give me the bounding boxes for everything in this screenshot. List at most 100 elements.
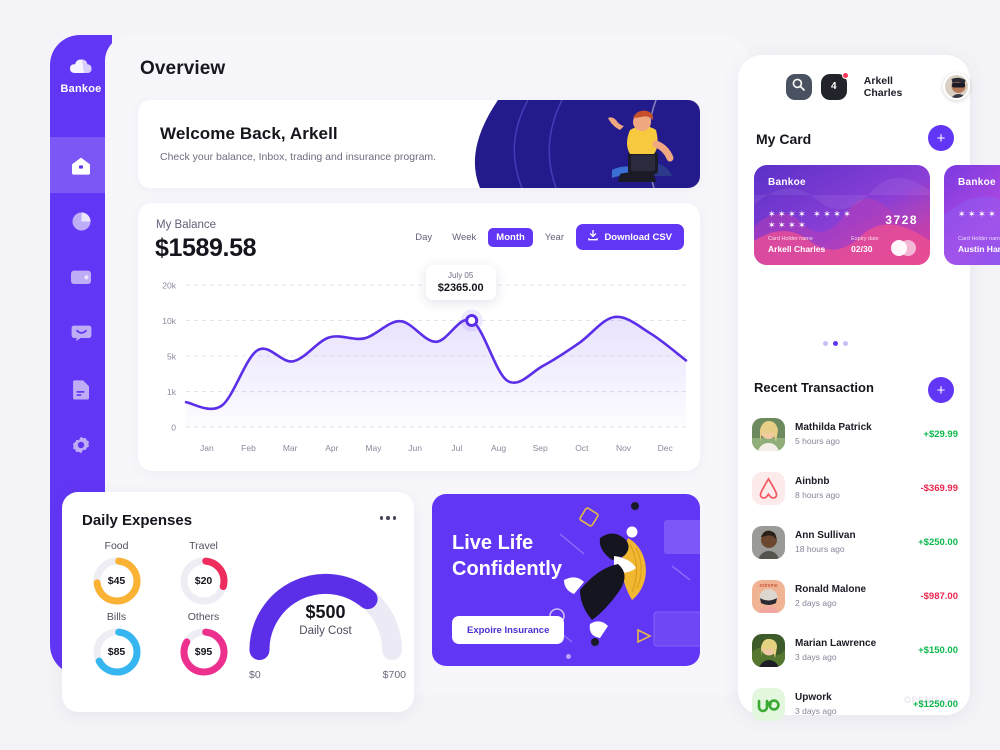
card2-number: ✶✶✶✶ ✶✶ — [958, 209, 1000, 220]
watermark: OPENISign — [903, 695, 956, 705]
transaction-amount: +$29.99 — [923, 428, 958, 440]
card-expiry-block: Expiry date 02/30 — [851, 236, 879, 254]
card-expiry-value: 02/30 — [851, 244, 873, 254]
svg-text:0: 0 — [171, 423, 176, 433]
transaction-row[interactable]: extreme Ronald Malone 2 days ago -$987.00 — [752, 569, 958, 623]
svg-text:1k: 1k — [167, 387, 177, 397]
photo-man-helmet-icon: extreme — [752, 579, 785, 613]
donut-ring: $45 — [91, 555, 143, 607]
user-name: Arkell Charles — [863, 74, 903, 99]
transaction-time: 5 hours ago — [795, 436, 840, 446]
transaction-name: Ainbnb — [795, 476, 830, 487]
card2-holder-value: Austin Hammond — [958, 244, 1000, 254]
transaction-info: Ann Sullivan 18 hours ago — [795, 530, 918, 554]
donut-value: $85 — [107, 646, 126, 658]
card2-number-mask: ✶✶✶✶ ✶✶ — [958, 209, 1000, 219]
transaction-amount: -$369.99 — [920, 482, 958, 494]
sidebar-nav — [50, 137, 112, 473]
cloud-icon — [68, 57, 94, 79]
transaction-row[interactable]: Ann Sullivan 18 hours ago +$250.00 — [752, 515, 958, 569]
right-panel: 4 Arkell Charles My Card + Bankoe ✶✶✶✶ ✶… — [738, 55, 1000, 721]
my-card-title: My Card — [756, 131, 812, 147]
svg-text:Jun: Jun — [408, 443, 422, 453]
transaction-row[interactable]: Marian Lawrence 3 days ago +$150.00 — [752, 623, 958, 677]
transaction-time: 18 hours ago — [795, 544, 845, 554]
donut-ring: $95 — [178, 626, 230, 678]
more-horizontal-icon[interactable] — [379, 516, 396, 520]
explore-insurance-button[interactable]: Expoire Insurance — [452, 616, 565, 644]
welcome-text: Welcome Back, Arkell Check your balance,… — [160, 124, 436, 163]
insurance-promo-card[interactable]: Live Life Confidently Expoire Insurance — [432, 494, 700, 666]
upwork-logo-icon — [752, 687, 785, 721]
sidebar-item-messages[interactable] — [50, 305, 112, 361]
transaction-name: Marian Lawrence — [795, 638, 877, 649]
credit-card-secondary[interactable]: Bankoe ✶✶✶✶ ✶✶ Card Holder name Austin H… — [944, 165, 1000, 265]
add-card-button[interactable]: + — [928, 125, 954, 151]
svg-text:Feb: Feb — [241, 443, 256, 453]
sidebar-item-home[interactable] — [50, 137, 112, 193]
range-tab-year[interactable]: Year — [537, 228, 572, 247]
daily-expenses-card: Daily Expenses Food $45 Travel $20 Bills $85 O… — [62, 492, 414, 712]
transaction-amount: +$150.00 — [918, 644, 958, 656]
card-dot-0[interactable] — [822, 341, 828, 346]
svg-text:Oct: Oct — [575, 443, 589, 453]
promo-pagination-dot[interactable] — [566, 654, 571, 659]
gauge-center-text: $500 Daily Cost — [243, 602, 408, 637]
avatar[interactable] — [943, 73, 971, 100]
transaction-row[interactable]: Mathilda Patrick 5 hours ago +$29.99 — [752, 407, 958, 461]
credit-card-primary[interactable]: Bankoe ✶✶✶✶ ✶✶✶✶ ✶✶✶✶ 3728 Card Holder n… — [754, 165, 930, 265]
range-filter-tabs: Day Week Month Year — [407, 228, 572, 247]
sidebar-logo[interactable]: Bankoe — [50, 35, 112, 95]
sidebar-item-settings[interactable] — [50, 417, 112, 473]
svg-text:Sep: Sep — [533, 443, 548, 453]
card-dot-1[interactable] — [832, 341, 838, 346]
expense-donut-bills[interactable]: Bills $85 — [80, 611, 153, 678]
donut-value: $45 — [107, 575, 126, 587]
photo-woman-blonde-icon — [752, 417, 785, 451]
card-number-mask: ✶✶✶✶ ✶✶✶✶ ✶✶✶✶ — [768, 209, 854, 230]
card-dot-2[interactable] — [842, 341, 848, 346]
range-tab-week[interactable]: Week — [444, 228, 484, 247]
expense-donut-grid: Food $45 Travel $20 Bills $85 Others $95 — [80, 540, 240, 678]
airbnb-logo-icon — [752, 471, 785, 505]
pie-chart-icon — [71, 211, 92, 232]
expense-donut-food[interactable]: Food $45 — [80, 540, 153, 607]
card-brand: Bankoe — [768, 177, 806, 188]
photo-woman-outdoor-icon — [752, 633, 785, 667]
add-transaction-button[interactable]: + — [928, 377, 954, 403]
transaction-info: Ronald Malone 2 days ago — [795, 584, 920, 608]
expense-donut-others[interactable]: Others $95 — [167, 611, 240, 678]
sidebar-item-analytics[interactable] — [50, 193, 112, 249]
transaction-name: Ann Sullivan — [795, 530, 856, 541]
download-csv-button[interactable]: Download CSV — [576, 224, 684, 250]
gauge-min-label: $0 — [249, 669, 261, 681]
welcome-title: Welcome Back, Arkell — [160, 124, 338, 143]
transaction-amount: +$250.00 — [918, 536, 958, 548]
range-tab-day[interactable]: Day — [407, 228, 440, 247]
sidebar-item-wallet[interactable] — [50, 249, 112, 305]
settings-icon — [71, 435, 91, 455]
notifications-button[interactable]: 4 — [820, 71, 849, 100]
card-number: ✶✶✶✶ ✶✶✶✶ ✶✶✶✶ 3728 — [768, 209, 918, 231]
donut-value: $95 — [194, 646, 213, 658]
range-tab-month[interactable]: Month — [488, 228, 533, 247]
transaction-time: 2 days ago — [795, 598, 837, 608]
svg-text:extreme: extreme — [759, 583, 777, 589]
tooltip-value: $2365.00 — [437, 281, 484, 294]
transaction-info: Upwork 3 days ago — [795, 692, 913, 716]
donut-ring: $85 — [91, 626, 143, 678]
page-title: Overview — [140, 58, 226, 79]
svg-text:Nov: Nov — [616, 443, 632, 453]
transaction-info: Ainbnb 8 hours ago — [795, 476, 920, 500]
card-carousel-dots — [738, 341, 932, 346]
tooltip-date: July 05 — [447, 270, 474, 280]
balance-label: My Balance — [156, 219, 217, 231]
transaction-row[interactable]: Ainbnb 8 hours ago -$369.99 — [752, 461, 958, 515]
expense-donut-travel[interactable]: Travel $20 — [167, 540, 240, 607]
gauge-max-label: $700 — [382, 669, 406, 681]
search-button[interactable] — [786, 73, 812, 100]
mastercard-logo-icon — [888, 240, 919, 256]
sidebar-item-documents[interactable] — [50, 361, 112, 417]
card-expiry-label: Expiry date — [851, 236, 879, 242]
download-icon — [588, 229, 599, 244]
